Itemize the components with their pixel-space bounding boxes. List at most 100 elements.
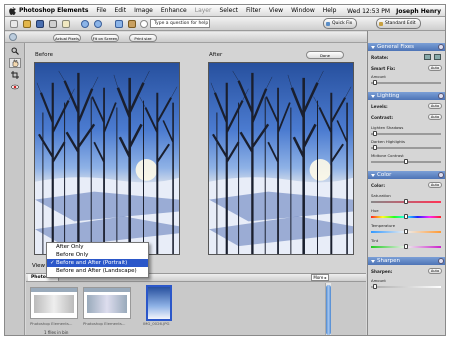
zoom-tool-icon[interactable] [9,46,21,56]
menu-file[interactable]: File [96,7,106,14]
bin-scrollbar[interactable] [325,283,331,335]
smart-fix-amount-slider[interactable] [371,80,441,85]
menu-user[interactable]: Joseph Henry [396,8,441,15]
levels-auto-button[interactable]: Auto [428,103,442,109]
contrast-auto-button[interactable]: Auto [428,114,442,120]
bin-thumbnail[interactable] [30,287,78,319]
hue-slider[interactable] [371,214,441,219]
darken-highlights-slider[interactable] [371,145,441,150]
smart-fix-auto-button[interactable]: Auto [428,65,442,71]
menu-clock[interactable]: Wed 12:53 PM [347,8,390,15]
midtone-contrast-slider[interactable] [371,159,441,164]
menu-select[interactable]: Select [219,7,238,14]
sharpen-amount-slider[interactable] [371,284,441,289]
photoshop-elements-window: Photoshop Elements File Edit Image Enhan… [4,4,446,336]
view-option-before-only[interactable]: Before Only [47,251,148,259]
saturation-slider[interactable] [371,199,441,204]
help-search-input[interactable]: Type a question for help [150,19,210,28]
collapse-triangle-icon [371,174,375,177]
sharpen-auto-button[interactable]: Auto [428,268,442,274]
menu-view[interactable]: View [269,7,283,14]
menu-help[interactable]: Help [323,7,337,14]
view-option-portrait-label: Before and After (Portrait) [56,260,128,266]
new-file-icon[interactable] [10,20,18,28]
lighting-header[interactable]: Lighting [368,92,445,100]
browse-icon[interactable] [115,20,123,28]
work-area: Before After Done View After Only Before… [26,43,366,335]
menu-bar: Photoshop Elements File Edit Image Enhan… [5,5,445,17]
menu-layer[interactable]: Layer [195,7,212,14]
view-option-landscape-label: Before and After (Landscape) [56,268,137,274]
apple-icon[interactable] [5,5,19,17]
winter-trees-image [35,70,179,254]
more-button[interactable]: More ▸ [311,274,329,281]
bin-thumbnail[interactable] [83,287,131,319]
help-icon[interactable] [140,20,148,28]
view-option-after-only-label: After Only [56,244,84,250]
redo-icon[interactable] [94,20,102,28]
after-label: After [209,52,223,58]
midtone-contrast-label: Midtone Contrast [371,153,404,158]
sharpen-title: Sharpen [377,258,400,264]
tools-panel [5,43,25,335]
after-photo[interactable] [208,62,354,255]
crop-tool-icon[interactable] [9,70,21,80]
view-label: View [32,263,46,269]
sharpen-header[interactable]: Sharpen [368,257,445,265]
menu-window[interactable]: Window [291,7,315,14]
print-size-button[interactable]: Print size [129,34,157,42]
menu-edit[interactable]: Edit [114,7,126,14]
bin-thumbnail-caption: IMG_0026.JPG [143,321,170,326]
saturation-label: Saturation [371,193,391,198]
help-icon[interactable] [438,44,444,50]
red-eye-tool-icon[interactable] [9,82,21,92]
before-label: Before [35,52,53,58]
tint-label: Tint [371,238,379,243]
email-icon[interactable] [62,20,70,28]
color-label: Color: [371,183,386,188]
view-option-before-after-landscape[interactable]: Before and After (Landscape) [47,267,148,275]
rotate-right-icon[interactable] [434,54,441,60]
menu-app-name[interactable]: Photoshop Elements [19,7,88,14]
print-icon[interactable] [49,20,57,28]
quick-fix-button[interactable]: Quick Fix [323,18,358,29]
before-photo[interactable] [34,62,180,255]
winter-trees-image-after [209,70,353,254]
lighten-shadows-slider[interactable] [371,131,441,136]
collapse-triangle-icon [371,95,375,98]
help-icon[interactable] [438,172,444,178]
temperature-slider[interactable] [371,229,441,234]
help-icon[interactable] [438,258,444,264]
undo-icon[interactable] [81,20,89,28]
levels-label: Levels: [371,104,388,109]
rotate-left-icon[interactable] [424,54,431,60]
save-icon[interactable] [36,20,44,28]
menu-enhance[interactable]: Enhance [161,7,187,14]
help-icon[interactable] [438,93,444,99]
scrollbar-thumb[interactable] [326,285,331,335]
tint-slider[interactable] [371,244,441,249]
checkmark-icon: ✓ [50,260,55,266]
photo-bin: Photo bin More ▸ Photoshop Elements... P… [26,273,366,335]
actual-pixels-button[interactable]: Actual Pixels [53,34,81,42]
color-header[interactable]: Color [368,171,445,179]
bin-thumbnail-selected[interactable] [146,285,172,321]
view-option-before-after-portrait[interactable]: ✓ Before and After (Portrait) [47,259,148,267]
open-icon[interactable] [23,20,31,28]
view-option-after-only[interactable]: After Only [47,243,148,251]
standard-edit-label: Standard Edit [385,21,416,26]
shortcuts-toolbar: Type a question for help Quick Fix Stand… [5,17,445,31]
standard-edit-button[interactable]: Standard Edit [376,18,421,29]
fit-on-screen-button[interactable]: Fit on Screen [91,34,119,42]
hue-label: Hue [371,208,379,213]
organize-icon[interactable] [128,20,136,28]
collapse-triangle-icon [371,46,375,49]
color-auto-button[interactable]: Auto [428,182,442,188]
menu-filter[interactable]: Filter [246,7,261,14]
lighten-shadows-label: Lighten Shadows [371,125,404,130]
zoom-options-icon[interactable] [9,33,17,41]
general-fixes-header[interactable]: General Fixes [368,43,445,51]
hand-tool-icon[interactable] [9,58,21,68]
menu-image[interactable]: Image [134,7,153,14]
done-button[interactable]: Done [306,51,344,59]
